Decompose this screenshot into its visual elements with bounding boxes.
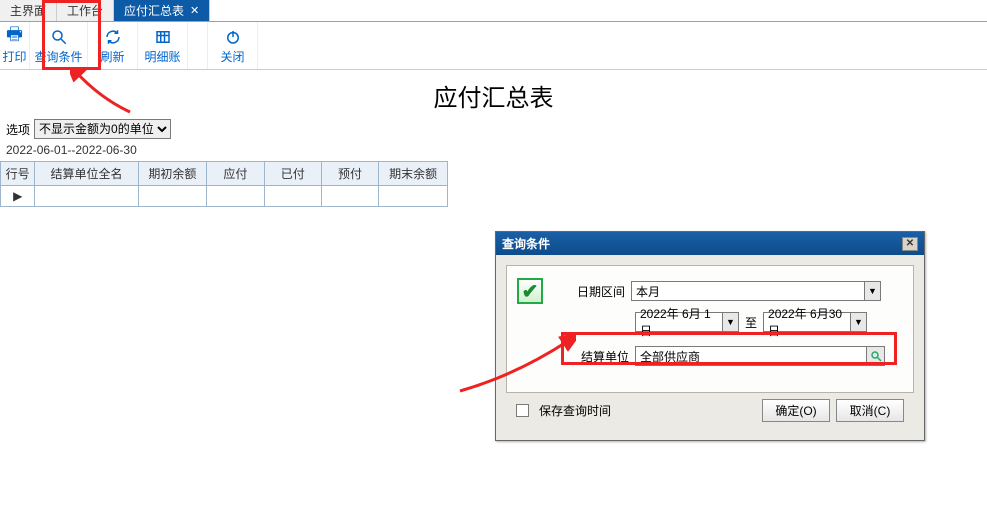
detail-label: 明细账 (144, 48, 180, 65)
tab-payable-summary[interactable]: 应付汇总表 ✕ (114, 0, 210, 21)
settlement-unit-label: 结算单位 (573, 348, 629, 365)
ledger-icon (154, 26, 172, 48)
date-to-value: 2022年 6月30日 (764, 305, 850, 339)
power-icon (224, 26, 242, 48)
query-conditions-button[interactable]: 查询条件 (30, 22, 88, 69)
col-prepaid[interactable]: 预付 (321, 162, 378, 186)
options-label: 选项 (6, 121, 30, 138)
dialog-inner-panel: ✔ 日期区间 本月 ▼ 2022年 6月 1日 ▼ 至 2022年 6月30日 … (506, 265, 914, 393)
dialog-footer: 保存查询时间 确定(O) 取消(C) (506, 393, 914, 430)
date-preset-value: 本月 (632, 283, 864, 300)
date-range-label: 日期区间 (569, 283, 625, 300)
close-button[interactable]: 关闭 (208, 22, 258, 69)
date-from-picker[interactable]: 2022年 6月 1日 ▼ (635, 312, 739, 332)
check-icon: ✔ (517, 278, 543, 304)
col-payable[interactable]: 应付 (207, 162, 264, 186)
detail-ledger-button[interactable]: 明细账 (138, 22, 188, 69)
cancel-button[interactable]: 取消(C) (836, 399, 904, 422)
summary-table: 行号 结算单位全名 期初余额 应付 已付 预付 期末余额 ▶ (0, 161, 448, 207)
refresh-icon (104, 26, 122, 48)
query-label: 查询条件 (34, 48, 82, 65)
date-preset-combo[interactable]: 本月 ▼ (631, 281, 881, 301)
table-header-row: 行号 结算单位全名 期初余额 应付 已付 预付 期末余额 (1, 162, 448, 186)
settlement-unit-combo[interactable]: 全部供应商 (635, 346, 885, 366)
options-select[interactable]: 不显示金额为0的单位 (34, 119, 171, 139)
to-label: 至 (745, 314, 757, 331)
page-title: 应付汇总表 (0, 70, 987, 117)
date-range-text: 2022-06-01--2022-06-30 (0, 141, 987, 159)
date-to-picker[interactable]: 2022年 6月30日 ▼ (763, 312, 867, 332)
tab-main[interactable]: 主界面 (0, 0, 57, 21)
chevron-down-icon[interactable]: ▼ (850, 313, 866, 331)
date-from-value: 2022年 6月 1日 (636, 305, 722, 339)
printer-icon: 🖶 (6, 26, 23, 48)
col-row-no[interactable]: 行号 (1, 162, 35, 186)
chevron-down-icon[interactable]: ▼ (864, 282, 880, 300)
print-label: 打印 (2, 48, 26, 65)
tab-close-icon[interactable]: ✕ (190, 4, 199, 17)
row-marker-icon: ▶ (1, 186, 35, 207)
refresh-label: 刷新 (100, 48, 124, 65)
print-button[interactable]: 🖶 打印 (0, 22, 30, 69)
save-query-label: 保存查询时间 (539, 402, 611, 419)
dialog-titlebar[interactable]: 查询条件 ✕ (496, 232, 924, 255)
close-label: 关闭 (220, 48, 244, 65)
toolbar: 🖶 打印 查询条件 刷新 明细账 关闭 (0, 22, 987, 70)
ok-button[interactable]: 确定(O) (762, 399, 830, 422)
settlement-unit-value: 全部供应商 (636, 348, 866, 365)
col-ending-balance[interactable]: 期末余额 (379, 162, 448, 186)
lookup-icon[interactable] (866, 347, 884, 365)
col-opening-balance[interactable]: 期初余额 (138, 162, 207, 186)
save-query-checkbox[interactable] (516, 404, 529, 417)
dialog-title-text: 查询条件 (502, 235, 550, 252)
options-row: 选项 不显示金额为0的单位 (0, 117, 987, 141)
col-paid[interactable]: 已付 (264, 162, 321, 186)
tab-bar: 主界面 工作台 应付汇总表 ✕ (0, 0, 987, 22)
magnifier-icon (50, 26, 68, 48)
refresh-button[interactable]: 刷新 (88, 22, 138, 69)
col-unit-name[interactable]: 结算单位全名 (35, 162, 138, 186)
table-row[interactable]: ▶ (1, 186, 448, 207)
chevron-down-icon[interactable]: ▼ (722, 313, 738, 331)
dialog-close-button[interactable]: ✕ (902, 237, 918, 251)
tab-workbench[interactable]: 工作台 (57, 0, 114, 21)
query-dialog: 查询条件 ✕ ✔ 日期区间 本月 ▼ 2022年 6月 1日 ▼ 至 2022年… (495, 231, 925, 441)
